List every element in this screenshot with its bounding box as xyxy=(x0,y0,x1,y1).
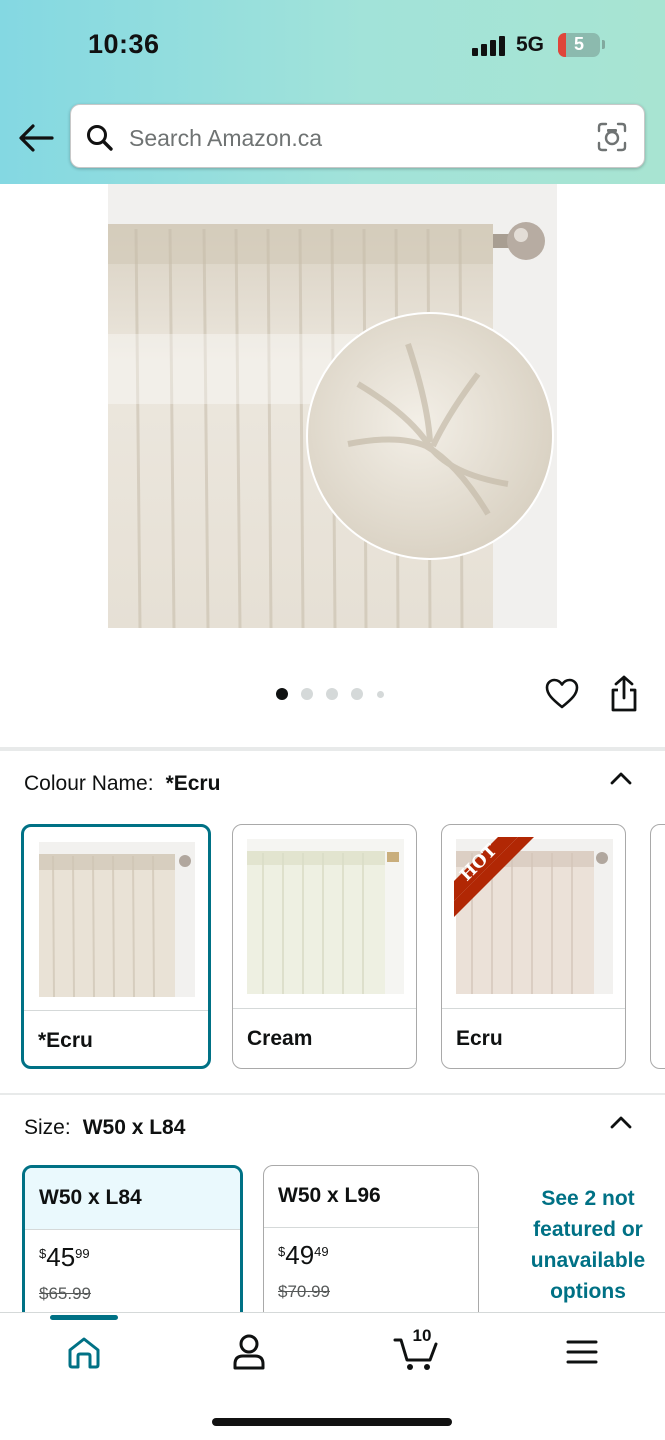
see-more-options-link[interactable]: See 2 not featured or unavailable option… xyxy=(508,1183,665,1307)
back-button[interactable] xyxy=(16,120,56,156)
colour-option-label: *Ecru xyxy=(38,1029,93,1052)
selected-colour: *Ecru xyxy=(165,772,221,795)
size-price: $4599 xyxy=(39,1242,90,1272)
swatch-image xyxy=(39,842,195,997)
home-indicator[interactable] xyxy=(212,1418,452,1426)
pagination-dot[interactable] xyxy=(377,691,384,698)
hamburger-menu-icon xyxy=(566,1340,598,1364)
size-option-label: W50 x L84 xyxy=(39,1186,142,1209)
wishlist-button[interactable] xyxy=(544,676,580,712)
colour-option-label: Ecru xyxy=(456,1027,503,1050)
size-option[interactable]: W50 x L96 $4949 $70.99 xyxy=(263,1165,479,1325)
section-divider xyxy=(0,747,665,751)
search-bar[interactable]: Search Amazon.ca xyxy=(70,104,645,168)
size-label: Size: xyxy=(24,1116,71,1139)
battery-icon: 5 xyxy=(558,33,600,57)
search-icon xyxy=(87,125,113,151)
arrow-left-icon xyxy=(19,124,54,152)
colour-selector-header[interactable]: Colour Name: *Ecru xyxy=(24,772,220,796)
image-pagination[interactable] xyxy=(276,688,396,700)
active-tab-indicator xyxy=(50,1315,118,1320)
curtain-product-photo xyxy=(108,184,557,628)
chevron-up-icon[interactable] xyxy=(606,1112,636,1132)
network-type: 5G xyxy=(516,33,545,56)
chevron-up-icon[interactable] xyxy=(606,768,636,788)
size-option-label: W50 x L96 xyxy=(278,1184,381,1207)
home-icon xyxy=(68,1337,100,1369)
nav-account[interactable] xyxy=(224,1332,274,1372)
list-price: $65.99 xyxy=(39,1284,91,1303)
person-icon xyxy=(233,1334,265,1370)
nav-home[interactable] xyxy=(59,1332,109,1372)
heart-icon xyxy=(545,678,579,709)
nav-menu[interactable] xyxy=(557,1332,607,1372)
swatch-image xyxy=(247,839,404,994)
pagination-dot[interactable] xyxy=(351,688,363,700)
share-button[interactable] xyxy=(606,674,642,714)
search-input[interactable]: Search Amazon.ca xyxy=(129,125,322,152)
pagination-dot[interactable] xyxy=(301,688,313,700)
app-header: 10:36 5G 5 Search Amazon.ca xyxy=(0,0,665,184)
size-option-selected[interactable]: W50 x L84 $4599 $65.99 xyxy=(22,1165,243,1325)
share-icon xyxy=(611,675,637,712)
pagination-dot[interactable] xyxy=(276,688,288,700)
cart-count: 10 xyxy=(412,1326,432,1345)
colour-option-label: Cream xyxy=(247,1027,313,1050)
colour-option-ecru[interactable]: HOT Ecru xyxy=(441,824,626,1069)
status-time: 10:36 xyxy=(88,29,160,59)
colour-label: Colour Name: xyxy=(24,772,154,795)
size-price: $4949 xyxy=(278,1240,329,1270)
cellular-signal-icon xyxy=(472,36,508,56)
colour-option-ecru-selected[interactable]: *Ecru xyxy=(21,824,211,1069)
product-image[interactable] xyxy=(108,184,557,628)
list-price: $70.99 xyxy=(278,1282,330,1301)
camera-lens-icon[interactable] xyxy=(596,121,628,153)
colour-option-cream[interactable]: Cream xyxy=(232,824,417,1069)
selected-size: W50 x L84 xyxy=(82,1116,186,1139)
battery-level: 5 xyxy=(573,34,584,54)
colour-option-more[interactable] xyxy=(650,824,665,1069)
pagination-dot[interactable] xyxy=(326,688,338,700)
section-divider xyxy=(0,1093,665,1095)
size-selector-header[interactable]: Size: W50 x L84 xyxy=(24,1116,185,1140)
